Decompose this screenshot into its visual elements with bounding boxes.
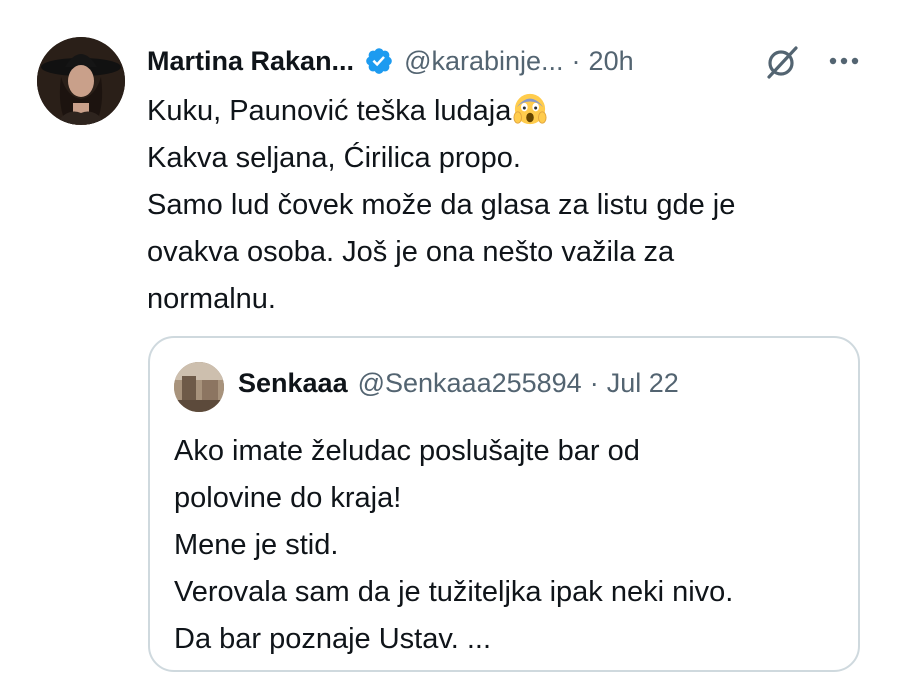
tweet-text-line: Kakva seljana, Ćirilica propo. — [147, 142, 521, 174]
quoted-text-line: Da bar poznaje Ustav. ... — [174, 623, 492, 655]
separator-dot: · — [571, 45, 581, 76]
tweet-text: Kuku, Paunović teška ludaja Kakva seljan… — [147, 88, 847, 323]
quoted-tweet-timestamp[interactable]: Jul 22 — [607, 368, 679, 399]
author-avatar[interactable] — [37, 37, 125, 125]
quoted-text-line: Ako imate želudac poslušajte bar od — [174, 435, 640, 467]
face-screaming-in-fear-icon — [513, 93, 547, 125]
quoted-author-display-name[interactable]: Senkaaa — [238, 368, 348, 399]
quoted-tweet-card[interactable]: Senkaaa @Senkaaa255894 · Jul 22 Ako imat… — [148, 336, 860, 672]
tweet-text-line: Kuku, Paunović teška ludaja — [147, 88, 847, 135]
tweet[interactable]: Martina Rakan... @karabinje... · 20h Kuk… — [0, 0, 900, 694]
tweet-text-line: normalnu. — [147, 283, 276, 315]
quoted-tweet-header: Senkaaa @Senkaaa255894 · Jul 22 — [238, 368, 679, 399]
grok-icon[interactable] — [764, 44, 800, 80]
more-options-icon[interactable] — [826, 46, 862, 76]
quoted-text-line: polovine do kraja! — [174, 482, 402, 514]
tweet-header: Martina Rakan... @karabinje... · 20h — [147, 40, 634, 82]
quoted-author-avatar[interactable] — [174, 362, 224, 412]
tweet-text-line: Samo lud čovek može da glasa za listu gd… — [147, 189, 736, 221]
author-display-name[interactable]: Martina Rakan... — [147, 46, 354, 77]
verified-badge-icon — [366, 48, 392, 74]
quoted-text-line: Mene je stid. — [174, 529, 339, 561]
quoted-author-handle[interactable]: @Senkaaa255894 — [358, 368, 582, 399]
tweet-text-line: ovakva osoba. Još je ona nešto važila za — [147, 236, 675, 268]
quoted-tweet-text: Ako imate želudac poslušajte bar od polo… — [174, 428, 844, 663]
author-handle[interactable]: @karabinje... — [404, 46, 563, 77]
separator-dot: · — [589, 368, 599, 398]
quoted-text-line: Verovala sam da je tužiteljka ipak neki … — [174, 576, 734, 608]
profile-photo-icon — [37, 37, 125, 125]
tweet-timestamp[interactable]: 20h — [589, 46, 634, 77]
profile-photo-icon — [174, 362, 224, 412]
